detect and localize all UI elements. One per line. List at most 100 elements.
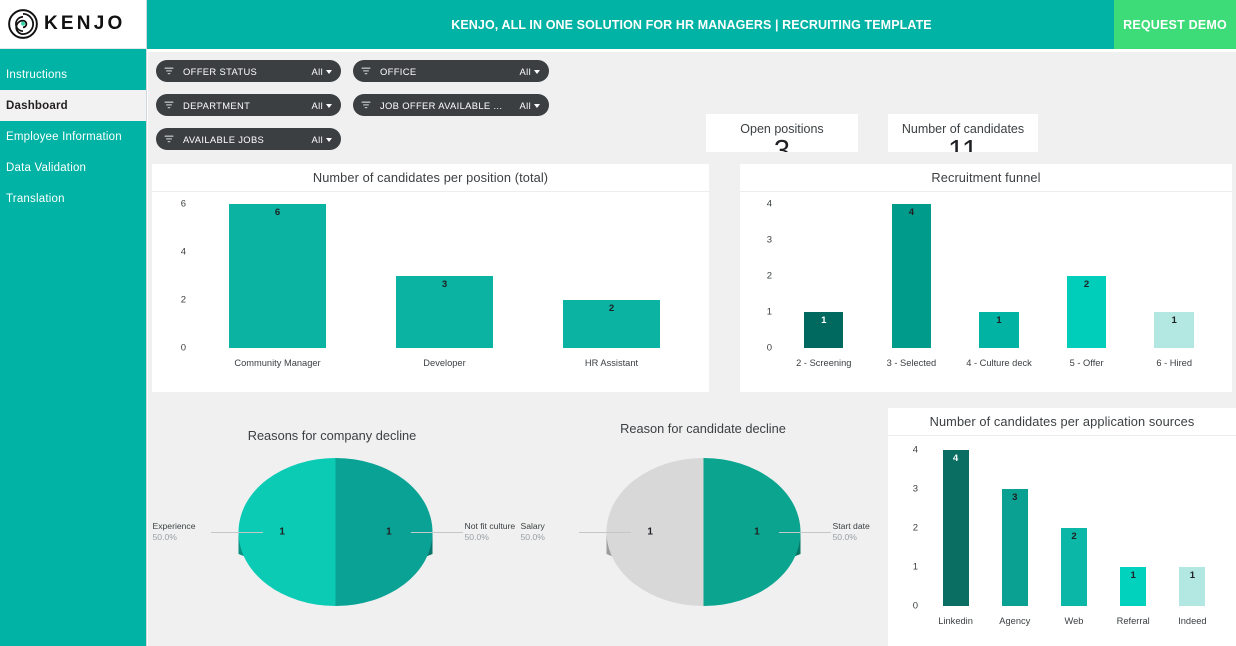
pie-leader-line [578, 532, 631, 533]
plot-area: 0 2 4 6 6 Community Manager 3 Developer 2 HR Assi… [152, 192, 709, 374]
y-axis-tick: 4 [912, 444, 918, 456]
bar[interactable]: 1 [1154, 312, 1194, 348]
pie-category-label: Not fit culture 50.0% [465, 521, 516, 542]
filter-value[interactable]: All [520, 100, 540, 111]
sidebar-item-data-validation[interactable]: Data Validation [0, 152, 146, 183]
x-axis-label: 2 - Screening [796, 358, 852, 368]
page-title: KENJO, ALL IN ONE SOLUTION FOR HR MANAGE… [451, 17, 932, 32]
x-axis-label: HR Assistant [584, 358, 639, 368]
pie-category-label: Start date 50.0% [833, 521, 870, 542]
chevron-down-icon [534, 103, 540, 108]
chevron-down-icon [534, 69, 540, 74]
bar[interactable]: 1 [1179, 567, 1206, 606]
bar[interactable]: 3 [1001, 489, 1028, 606]
logo: KENJO [0, 0, 146, 49]
chart-recruitment-funnel: Recruitment funnel 0 1 2 3 4 1 2 - Screening 4 3… [740, 164, 1232, 392]
filter-available-jobs[interactable]: AVAILABLE JOBS All [156, 128, 341, 150]
filter-value[interactable]: All [312, 100, 332, 111]
filter-value[interactable]: All [312, 66, 332, 77]
plot-area: 0 1 2 3 4 4 Linkedin 3 Agency 2 Web 1 Referral 1 Indee… [888, 436, 1236, 632]
pie-reasons-company-decline: 1 1 Experience 50.0% Not fit culture 50.0% [153, 454, 515, 644]
filter-department[interactable]: DEPARTMENT All [156, 94, 341, 116]
bar-value-label: 2 [608, 303, 615, 314]
x-axis-label: Referral [1116, 616, 1150, 626]
sidebar-item-employee-information[interactable]: Employee Information [0, 121, 146, 152]
bar-value-label: 4 [952, 453, 959, 464]
bar[interactable]: 2 [563, 300, 660, 348]
sidebar-item-translation[interactable]: Translation [0, 183, 146, 214]
y-axis-tick: 2 [180, 294, 186, 306]
bar[interactable]: 2 [1066, 276, 1107, 348]
filter-funnel-icon [164, 101, 174, 109]
filter-label: JOB OFFER AVAILABLE ... [380, 99, 503, 111]
bar[interactable]: 4 [942, 450, 969, 606]
filter-job-offer-available[interactable]: JOB OFFER AVAILABLE ... All [353, 94, 549, 116]
bar-value-label: 6 [274, 207, 281, 218]
pie-label-percent: 50.0% [152, 531, 177, 542]
bar-value-label: 2 [1083, 279, 1090, 290]
bar[interactable]: 6 [229, 204, 326, 348]
filter-funnel-icon [164, 135, 174, 143]
filter-value[interactable]: All [520, 66, 540, 77]
sidebar-item-label: Employee Information [6, 130, 122, 143]
x-axis-label: Developer [423, 358, 466, 368]
pie-category-label: Experience 50.0% [153, 521, 196, 542]
pie-label-percent: 50.0% [520, 531, 545, 542]
sidebar-item-label: Instructions [6, 68, 68, 81]
sidebar: KENJO Instructions Dashboard Employee In… [0, 0, 147, 646]
sidebar-nav: Instructions Dashboard Employee Informat… [0, 49, 146, 214]
filter-funnel-icon [164, 67, 174, 75]
y-axis-tick: 3 [912, 483, 918, 495]
bar[interactable]: 1 [1120, 567, 1147, 606]
chart-title-reason-candidate-decline: Reason for candidate decline [620, 421, 786, 436]
y-axis-tick: 3 [766, 234, 772, 246]
bar-value-label: 1 [821, 315, 827, 326]
y-axis-tick: 1 [912, 561, 918, 573]
filter-office[interactable]: OFFICE All [353, 60, 549, 82]
x-axis-label: 4 - Culture deck [966, 358, 1032, 368]
bar-value-label: 1 [1189, 570, 1196, 581]
sidebar-item-label: Translation [6, 192, 65, 205]
pie-label-percent: 50.0% [464, 531, 489, 542]
x-axis-label: 6 - Hired [1156, 358, 1193, 368]
filter-label: OFFICE [380, 65, 417, 77]
page-header: KENJO, ALL IN ONE SOLUTION FOR HR MANAGE… [147, 0, 1236, 49]
sidebar-item-instructions[interactable]: Instructions [0, 59, 146, 90]
pie-value-label: 1 [386, 526, 392, 538]
pie-svg [606, 458, 801, 606]
sidebar-item-dashboard[interactable]: Dashboard [0, 90, 146, 121]
bar[interactable]: 1 [979, 312, 1019, 348]
y-axis-tick: 2 [912, 522, 918, 534]
chart-title: Recruitment funnel [931, 170, 1041, 185]
request-demo-button[interactable]: REQUEST DEMO [1114, 0, 1236, 49]
bar[interactable]: 2 [1060, 528, 1088, 606]
y-axis-tick: 0 [912, 600, 918, 612]
pie-label-name: Salary [520, 521, 545, 531]
x-axis-label: 3 - Selected [886, 358, 937, 368]
bar[interactable]: 4 [891, 204, 932, 348]
y-axis-tick: 1 [766, 306, 772, 318]
dashboard-page: KENJO Instructions Dashboard Employee In… [0, 0, 1236, 646]
pie-leader-line [778, 532, 831, 533]
bar-value-label: 3 [441, 279, 448, 290]
y-axis-tick: 0 [766, 342, 772, 354]
filter-funnel-icon [361, 101, 371, 109]
pie-value-label: 1 [279, 526, 285, 538]
pie-value-label: 1 [647, 526, 653, 538]
filter-value[interactable]: All [312, 134, 332, 145]
chart-title: Number of candidates per position (total… [312, 170, 549, 185]
bar-value-label: 2 [1071, 531, 1077, 542]
filter-funnel-icon [361, 67, 371, 75]
chart-title: Number of candidates per application sou… [929, 414, 1195, 429]
bar[interactable]: 1 [804, 312, 844, 348]
filter-offer-status[interactable]: OFFER STATUS All [156, 60, 341, 82]
filter-label: AVAILABLE JOBS [183, 133, 265, 145]
chart-title-reasons-company-decline: Reasons for company decline [247, 428, 417, 443]
pie-svg [238, 458, 433, 606]
bar[interactable]: 3 [396, 276, 493, 348]
chevron-down-icon [326, 137, 332, 142]
filter-label: OFFER STATUS [183, 65, 258, 77]
kpi-label: Open positions [740, 122, 824, 136]
kpi-label: Number of candidates [901, 122, 1025, 136]
bar-value-label: 3 [1012, 492, 1018, 503]
